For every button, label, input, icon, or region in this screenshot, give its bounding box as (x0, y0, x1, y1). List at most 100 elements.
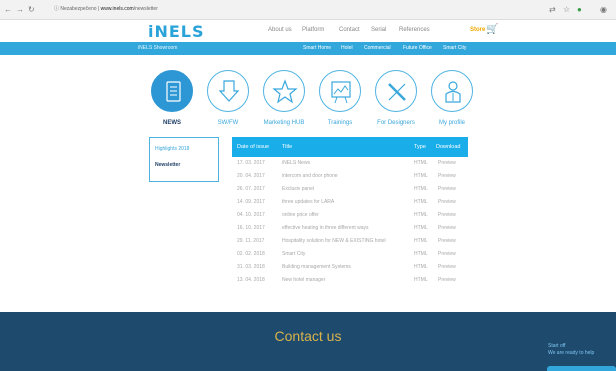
row-title[interactable]: Hospitality solution for NEW & EXISTING … (282, 238, 386, 244)
row-date: 02. 02. 2018 (237, 251, 265, 257)
category-news[interactable] (151, 70, 193, 112)
row-type: HTML (414, 238, 428, 244)
category-label-my-profile[interactable]: My profile (417, 120, 487, 126)
table-row: 02. 02. 2018 Smart City HTML Preview (232, 248, 468, 260)
row-date: 29. 11. 2017 (237, 238, 265, 244)
row-type: HTML (414, 264, 428, 270)
table-row: 20. 04. 2017 intercom and door phone HTM… (232, 170, 468, 182)
table-row: 16. 10. 2017 effective heating in three … (232, 222, 468, 234)
table-row: 29. 11. 2017 Hospitality solution for NE… (232, 235, 468, 247)
row-preview-link[interactable]: Preview (438, 225, 456, 231)
category-for-designers[interactable] (375, 70, 417, 112)
row-date: 04. 10. 2017 (237, 212, 265, 218)
row-date: 26. 07. 2017 (237, 186, 265, 192)
url-prefix: ⓘ Nezabezpečeno | (54, 6, 100, 12)
table-row: 13. 04. 2018 New hotel manager HTML Prev… (232, 274, 468, 286)
chat-widget-text[interactable]: Start off We are ready to help (548, 343, 594, 357)
row-preview-link[interactable]: Preview (438, 173, 456, 179)
forward-arrow-icon[interactable]: → (16, 5, 24, 14)
pencil-ruler-icon (388, 83, 406, 101)
col-download: Download (436, 144, 461, 150)
col-date: Date of issue (237, 144, 270, 150)
account-icon[interactable]: ◉ (600, 5, 607, 14)
back-arrow-icon[interactable]: ← (4, 5, 12, 14)
nav-references[interactable]: References (399, 27, 430, 33)
row-title[interactable]: online price offer (282, 212, 319, 218)
table-row: 26. 07. 2017 Exclusiv panel HTML Preview (232, 183, 468, 195)
category-swfw[interactable] (207, 70, 249, 112)
translate-icon[interactable]: ⇄ (549, 5, 556, 14)
side-menu-highlights[interactable]: Highlights 2018 (155, 146, 189, 152)
url-host: www.inels.com (100, 6, 134, 12)
row-title[interactable]: New hotel manager (282, 277, 325, 283)
row-title[interactable]: intercom and door phone (282, 173, 338, 179)
subnav-hotel[interactable]: Hotel (341, 45, 353, 51)
nav-serial[interactable]: Serial (371, 27, 386, 33)
side-menu: Highlights 2018 Newsletter (149, 137, 219, 182)
row-date: 13. 04. 2018 (237, 277, 265, 283)
store-link[interactable]: Store (470, 27, 485, 33)
category-marketing-hub[interactable] (263, 70, 305, 112)
row-type: HTML (414, 277, 428, 283)
contact-us-heading: Contact us (274, 328, 342, 344)
row-preview-link[interactable]: Preview (438, 238, 456, 244)
row-date: 14. 09. 2017 (237, 199, 265, 205)
row-preview-link[interactable]: Preview (438, 199, 456, 205)
reload-icon[interactable]: ↻ (28, 5, 35, 14)
presentation-board-icon (331, 81, 351, 104)
row-type: HTML (414, 160, 428, 166)
side-menu-newsletter[interactable]: Newsletter (155, 162, 180, 168)
row-type: HTML (414, 212, 428, 218)
row-type: HTML (414, 199, 428, 205)
row-preview-link[interactable]: Preview (438, 212, 456, 218)
address-bar[interactable]: ⓘ Nezabezpečeno | www.inels.com/newslett… (54, 4, 158, 15)
subnav-smart-home[interactable]: Smart Home (303, 45, 331, 51)
subnav-commercial[interactable]: Commercial (364, 45, 391, 51)
category-trainings[interactable] (319, 70, 361, 112)
download-arrow-icon (218, 80, 240, 102)
site-logo[interactable]: iNELS (148, 22, 205, 41)
category-my-profile[interactable] (431, 70, 473, 112)
cart-icon[interactable]: 🛒 (486, 24, 498, 35)
row-type: HTML (414, 251, 428, 257)
row-type: HTML (414, 225, 428, 231)
subnav-future-office[interactable]: Future Office (403, 45, 432, 51)
browser-toolbar: ← → ↻ ⓘ Nezabezpečeno | www.inels.com/ne… (0, 0, 616, 20)
row-date: 31. 03. 2018 (237, 264, 265, 270)
nav-about-us[interactable]: About us (268, 27, 292, 33)
row-preview-link[interactable]: Preview (438, 251, 456, 257)
subnav-smart-city[interactable]: Smart City (443, 45, 466, 51)
chat-line-2: We are ready to help (548, 350, 595, 356)
sub-navigation-bar: iNELS Showroom Smart Home Hotel Commerci… (0, 42, 616, 55)
col-title: Title (282, 144, 293, 150)
row-date: 16. 10. 2017 (237, 225, 265, 231)
nav-contact[interactable]: Contact (339, 27, 360, 33)
row-title[interactable]: three updates for LARA (282, 199, 334, 205)
row-title[interactable]: Smart City (282, 251, 305, 257)
row-preview-link[interactable]: Preview (438, 160, 456, 166)
nav-platform[interactable]: Platform (302, 27, 324, 33)
document-list-icon (166, 81, 181, 102)
row-title[interactable]: effective heating in three different way… (282, 225, 369, 231)
row-preview-link[interactable]: Preview (438, 186, 456, 192)
row-title[interactable]: iNELS News (282, 160, 310, 166)
url-path: /newsletter (133, 6, 158, 12)
table-row: 31. 03. 2018 Building management Systems… (232, 261, 468, 273)
user-profile-icon (445, 81, 461, 103)
table-row: 04. 10. 2017 online price offer HTML Pre… (232, 209, 468, 221)
extension-icon[interactable]: ● (577, 5, 582, 14)
showroom-label[interactable]: iNELS Showroom (138, 45, 177, 51)
newsletter-table-header: Date of issue Title Type Download (232, 137, 468, 157)
star-outline-icon (272, 79, 298, 104)
row-title[interactable]: Exclusiv panel (282, 186, 314, 192)
star-icon[interactable]: ☆ (563, 5, 570, 14)
footer: Contact us (0, 312, 616, 371)
row-preview-link[interactable]: Preview (438, 264, 456, 270)
row-date: 20. 04. 2017 (237, 173, 265, 179)
chat-widget-button[interactable] (547, 366, 616, 371)
row-title[interactable]: Building management Systems (282, 264, 351, 270)
chat-line-1: Start off (548, 343, 566, 349)
row-preview-link[interactable]: Preview (438, 277, 456, 283)
row-type: HTML (414, 173, 428, 179)
col-type: Type (414, 144, 426, 150)
